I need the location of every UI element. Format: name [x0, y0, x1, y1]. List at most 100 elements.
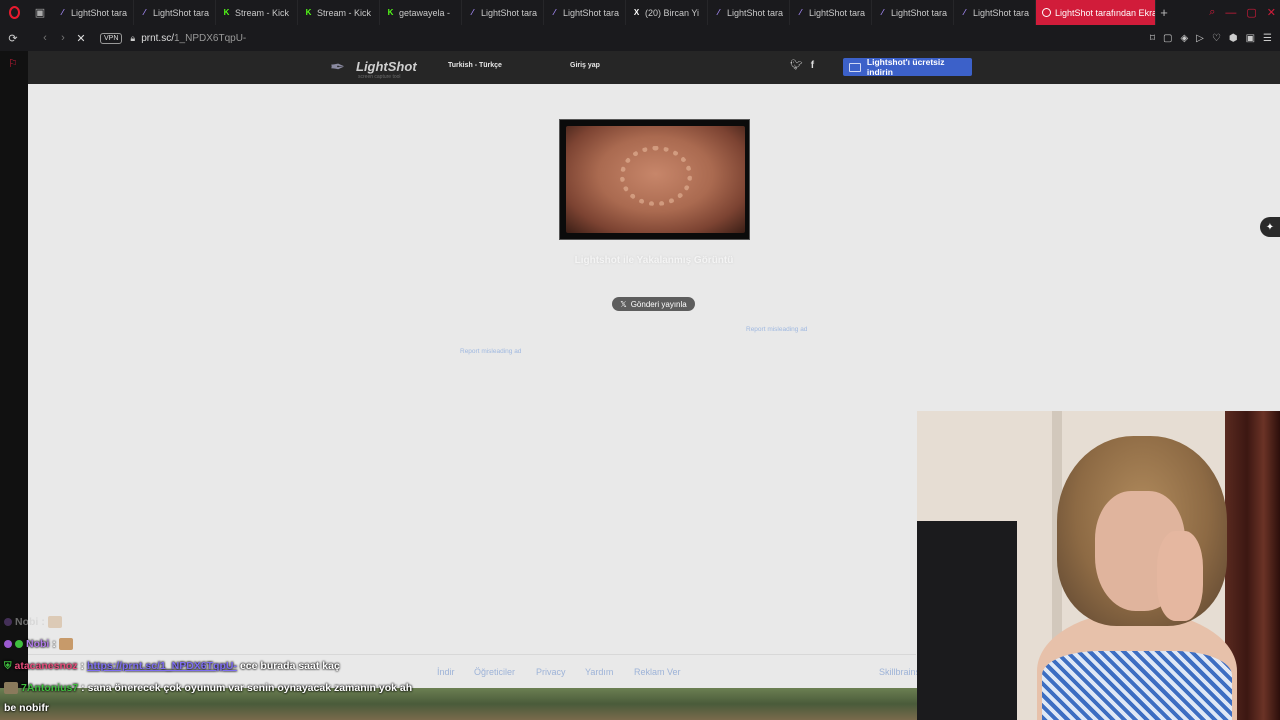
verified-badge-icon: [15, 640, 23, 648]
screenshot-frame[interactable]: [559, 119, 750, 240]
tab-label: Stream - Kick: [317, 7, 372, 18]
browser-tab[interactable]: ⁄ LightShot tara: [790, 0, 872, 25]
shield-icon[interactable]: ◈: [1180, 33, 1188, 44]
chat-text: be nobifr: [4, 702, 49, 714]
chat-separator: :: [41, 616, 45, 628]
chat-username: atacanesnoz: [14, 660, 78, 672]
browser-tab[interactable]: ⁄ LightShot tara: [544, 0, 626, 25]
lightshot-logo[interactable]: ✒ LightShot screen capture tool: [330, 55, 420, 81]
bookmark-icon[interactable]: ⌑: [1150, 33, 1155, 44]
feather-icon: ⁄: [963, 8, 966, 17]
chat-message: 7Antonius7 : sana önerecek çok oyunum va…: [4, 682, 412, 694]
tab-label: LightShot tara: [891, 7, 948, 18]
feather-icon: ⁄: [471, 8, 474, 17]
tab-label: LightShot tara: [481, 7, 538, 18]
tab-label: LightShot tara: [973, 7, 1030, 18]
play-icon[interactable]: ▷: [1196, 33, 1204, 44]
feather-icon: ⁄: [61, 8, 64, 17]
post-button-label: Gönderi yayınla: [630, 299, 687, 309]
lock-icon[interactable]: 🔒︎: [130, 33, 135, 44]
browser-tab[interactable]: ⁄ LightShot tara: [872, 0, 954, 25]
browser-tab[interactable]: K Stream - Kick: [216, 0, 298, 25]
back-icon[interactable]: ‹: [36, 32, 54, 44]
tab-label: LightShot tara: [727, 7, 784, 18]
opera-logo-icon[interactable]: [0, 0, 28, 25]
vpn-badge[interactable]: VPN: [100, 32, 123, 44]
emote-icon: [58, 638, 73, 650]
forward-icon[interactable]: ›: [54, 32, 72, 44]
browser-tab[interactable]: ⁄ LightShot tara: [134, 0, 216, 25]
twitter-icon[interactable]: 🐦︎: [790, 60, 803, 71]
stream-chat: Nobi : Nobi : ⛨ atacanesnoz : https://pr…: [0, 612, 917, 720]
feather-icon: ✒: [330, 57, 346, 77]
browser-tab[interactable]: Kgetawayela -: [380, 0, 462, 25]
extension-icon[interactable]: ▣: [1246, 33, 1255, 44]
chat-username: Nobi: [26, 638, 50, 650]
facebook-icon[interactable]: f: [811, 60, 814, 71]
tab-label: LightShot tarafından Ekra: [1055, 7, 1156, 18]
tab-overview-icon[interactable]: ▣: [28, 0, 52, 25]
window-controls: ⌕ — ▢ ✕: [1209, 0, 1276, 25]
chat-separator: :: [52, 638, 56, 650]
browser-tab[interactable]: ⁄ LightShot tara: [462, 0, 544, 25]
chat-message: Nobi :: [4, 638, 73, 650]
chat-link[interactable]: https://prnt.sc/1_NPDX6TqpU-: [87, 660, 237, 672]
url-field[interactable]: prnt.sc/1_NPDX6TqpU-: [141, 33, 246, 44]
screenshot-image: [566, 126, 745, 233]
sidebar-pin-icon[interactable]: ⚐: [8, 57, 18, 70]
report-ad-link[interactable]: Report misleading ad: [746, 326, 807, 333]
feather-icon: ⁄: [553, 8, 556, 17]
maximize-icon[interactable]: ▢: [1246, 6, 1256, 19]
chat-username: Nobi: [15, 616, 39, 628]
reload-icon[interactable]: ⟳: [4, 32, 22, 45]
webcam-person-dress: [1042, 651, 1232, 720]
new-tab-button[interactable]: +: [1156, 5, 1172, 20]
webcam-overlay: [917, 411, 1280, 720]
chat-text: ece burada saat kaç: [239, 660, 340, 672]
tab-label: getawayela -: [399, 7, 451, 18]
browser-tab[interactable]: ⁄ LightShot tara: [52, 0, 134, 25]
tab-label: LightShot tara: [71, 7, 128, 18]
feather-icon: ⁄: [143, 8, 146, 17]
minimize-icon[interactable]: —: [1225, 7, 1236, 19]
address-bar: ⟳ ‹ › ✕ VPN 🔒︎ prnt.sc/1_NPDX6TqpU- ⌑ ▢ …: [0, 25, 1280, 51]
report-ad-link[interactable]: Report misleading ad: [460, 348, 521, 355]
chat-username: 7Antonius7: [21, 682, 79, 694]
side-panel-toggle-icon[interactable]: ✦: [1260, 217, 1280, 237]
feather-icon: ⁄: [881, 8, 884, 17]
chat-message: be nobifr: [4, 702, 49, 714]
social-links: 🐦︎ f: [790, 60, 814, 71]
browser-tab[interactable]: X (20) Bircan Yi: [626, 0, 708, 25]
logo-name: LightShot: [356, 59, 417, 74]
browser-tab[interactable]: ⁄ LightShot tara: [708, 0, 790, 25]
post-button[interactable]: 𝕏 Gönderi yayınla: [612, 297, 695, 311]
language-selector[interactable]: Turkish - Türkçe: [448, 62, 502, 69]
avatar-emote-icon: [4, 682, 18, 694]
x-icon: X: [633, 8, 640, 17]
adblock-icon[interactable]: ⬢: [1229, 33, 1238, 44]
download-button-label: Lightshot'ı ücretsiz indirin: [866, 57, 945, 77]
stop-icon[interactable]: ✕: [72, 32, 90, 45]
active-tab[interactable]: LightShot tarafından Ekra: [1036, 0, 1156, 25]
snapshot-icon[interactable]: ▢: [1163, 33, 1172, 44]
menu-icon[interactable]: ☰: [1263, 33, 1272, 44]
search-tabs-icon[interactable]: ⌕: [1209, 6, 1215, 19]
kick-icon: K: [387, 8, 394, 17]
url-host: prnt.sc/: [141, 32, 174, 44]
chat-badge-icon: ⛨: [4, 660, 12, 672]
browser-tab[interactable]: ⁄ LightShot tara: [954, 0, 1036, 25]
webcam-shelf: [917, 521, 1017, 720]
login-link[interactable]: Giriş yap: [570, 62, 600, 69]
kick-icon: K: [305, 8, 312, 17]
download-button[interactable]: Lightshot'ı ücretsiz indirin: [843, 57, 972, 77]
mic-badge-icon: [4, 640, 12, 648]
browser-tab[interactable]: K Stream - Kick: [298, 0, 380, 25]
address-bar-icons: ⌑ ▢ ◈ ▷ ♡ ⬢ ▣ ☰: [1150, 25, 1272, 51]
heart-icon[interactable]: ♡: [1212, 33, 1221, 44]
close-icon[interactable]: ✕: [1267, 6, 1276, 19]
chat-separator: :: [81, 682, 85, 694]
logo-tagline: screen capture tool: [358, 74, 401, 80]
url-path: 1_NPDX6TqpU-: [174, 32, 247, 44]
emote-icon: [47, 616, 62, 628]
kick-icon: K: [223, 8, 230, 17]
